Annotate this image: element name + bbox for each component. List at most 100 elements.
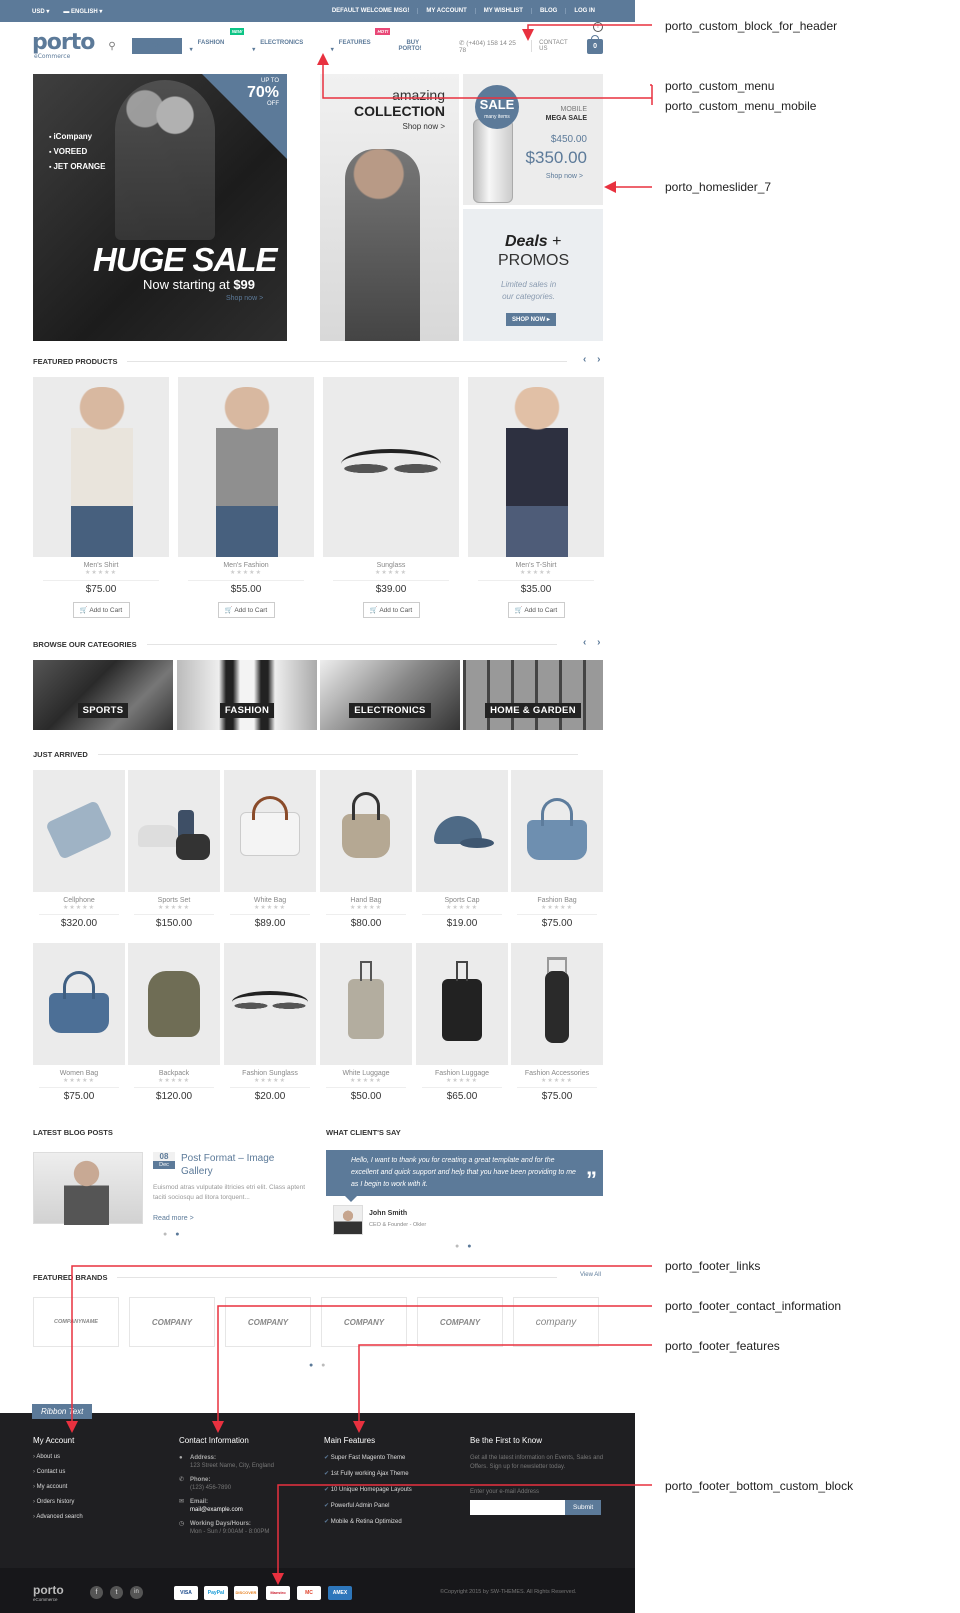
language-switcher[interactable]: ▬ ENGLISH ▾: [63, 8, 102, 15]
brand-logo[interactable]: COMPANY: [225, 1297, 311, 1347]
product-name[interactable]: Men's Shirt: [33, 562, 169, 569]
footer-link-my-account[interactable]: My account: [33, 1484, 83, 1490]
product-card[interactable]: Fashion Accessories ★★★★★ $75.00: [511, 943, 603, 1102]
product-card[interactable]: Men's Fashion ★★★★★ $55.00 🛒 Add to Cart: [178, 377, 314, 618]
blog-pager-dots[interactable]: ● ●: [163, 1231, 182, 1238]
product-card[interactable]: Fashion Bag ★★★★★ $75.00: [511, 770, 603, 929]
product-image[interactable]: [33, 377, 169, 557]
product-name[interactable]: Backpack: [128, 1070, 220, 1077]
product-name[interactable]: Fashion Accessories: [511, 1070, 603, 1077]
category-electronics[interactable]: ELECTRONICS: [320, 660, 460, 730]
newsletter-email-input[interactable]: [470, 1500, 565, 1515]
newsletter-submit-button[interactable]: Submit: [565, 1500, 602, 1515]
product-card[interactable]: Hand Bag ★★★★★ $80.00: [320, 770, 412, 929]
menu-item-features[interactable]: FEATURES ▾ HOT!: [323, 27, 391, 58]
product-name[interactable]: White Bag: [224, 897, 316, 904]
testimonial-pager-dots[interactable]: ● ●: [455, 1243, 474, 1250]
product-name[interactable]: Hand Bag: [320, 897, 412, 904]
blog-link[interactable]: BLOG: [530, 8, 565, 14]
footer-link-orders-history[interactable]: Orders history: [33, 1499, 83, 1505]
product-name[interactable]: Sunglass: [323, 562, 459, 569]
product-card[interactable]: White Bag ★★★★★ $89.00: [224, 770, 316, 929]
brand-logo[interactable]: COMPANY: [417, 1297, 503, 1347]
footer-logo[interactable]: porto eCommerce: [33, 1583, 64, 1602]
collection-banner[interactable]: amazing COLLECTION Shop now >: [320, 74, 459, 341]
product-image[interactable]: [33, 943, 125, 1065]
product-image[interactable]: [128, 770, 220, 892]
menu-item-electronics[interactable]: ELECTRONICS ▾: [244, 35, 323, 58]
brand-logo[interactable]: COMPANY: [321, 1297, 407, 1347]
product-card[interactable]: Fashion Luggage ★★★★★ $65.00: [416, 943, 508, 1102]
product-name[interactable]: Women Bag: [33, 1070, 125, 1077]
footer-link-advanced-search[interactable]: Advanced search: [33, 1514, 82, 1520]
product-image[interactable]: [468, 377, 604, 557]
menu-item-buy-porto[interactable]: BUY PORTO!: [390, 35, 459, 57]
product-name[interactable]: Men's T-Shirt: [468, 562, 604, 569]
my-wishlist-link[interactable]: MY WISHLIST: [474, 8, 531, 14]
product-card[interactable]: Men's T-Shirt ★★★★★ $35.00 🛒 Add to Cart: [468, 377, 604, 618]
blog-post-title[interactable]: Post Format – Image Gallery: [181, 1152, 306, 1178]
product-card[interactable]: Fashion Sunglass ★★★★★ $20.00: [224, 943, 316, 1102]
shop-now-button[interactable]: SHOP NOW ▸: [506, 313, 556, 326]
product-name[interactable]: Men's Fashion: [178, 562, 314, 569]
product-name[interactable]: Fashion Sunglass: [224, 1070, 316, 1077]
add-to-cart-button[interactable]: 🛒 Add to Cart: [507, 602, 565, 618]
logo[interactable]: porto eCommerce: [32, 31, 95, 60]
add-to-cart-button[interactable]: 🛒 Add to Cart: [217, 602, 275, 618]
product-image[interactable]: [33, 770, 125, 892]
mobile-sale-banner[interactable]: SALE many items MOBILE MEGA SALE $450.00 $…: [463, 74, 603, 205]
product-image[interactable]: [128, 943, 220, 1065]
product-card[interactable]: Women Bag ★★★★★ $75.00: [33, 943, 125, 1102]
product-image[interactable]: [224, 770, 316, 892]
brands-pager-dots[interactable]: ● ●: [309, 1362, 328, 1369]
product-image[interactable]: [323, 377, 459, 557]
product-name[interactable]: Fashion Bag: [511, 897, 603, 904]
currency-switcher[interactable]: USD ▾: [32, 8, 49, 15]
product-image[interactable]: [224, 943, 316, 1065]
product-image[interactable]: [511, 943, 603, 1065]
collection-shop-now-link[interactable]: Shop now >: [403, 122, 445, 131]
view-all-brands-link[interactable]: View All: [580, 1272, 601, 1278]
product-card[interactable]: Backpack ★★★★★ $120.00: [128, 943, 220, 1102]
product-image[interactable]: [178, 377, 314, 557]
menu-item-fashion[interactable]: FASHION ▾ NEW: [182, 27, 245, 58]
twitter-icon[interactable]: t: [110, 1586, 123, 1599]
footer-link-about-us[interactable]: About us: [33, 1454, 83, 1460]
hero-banner[interactable]: UP TO70%OFF iCompany VOREED JET ORANGE H…: [33, 74, 287, 341]
category-home-garden[interactable]: HOME & GARDEN: [463, 660, 603, 730]
categories-nav-arrows[interactable]: ‹ ›: [583, 637, 604, 648]
product-name[interactable]: Fashion Luggage: [416, 1070, 508, 1077]
product-card[interactable]: White Luggage ★★★★★ $50.00: [320, 943, 412, 1102]
brand-logo[interactable]: COMPANY: [129, 1297, 215, 1347]
sale-shop-now-link[interactable]: Shop now >: [546, 173, 583, 180]
log-in-link[interactable]: LOG IN: [565, 8, 603, 14]
product-name[interactable]: Cellphone: [33, 897, 125, 904]
product-card[interactable]: Men's Shirt ★★★★★ $75.00 🛒 Add to Cart: [33, 377, 169, 618]
my-account-link[interactable]: MY ACCOUNT: [417, 8, 474, 14]
hero-shop-now-link[interactable]: Shop now >: [226, 295, 263, 302]
facebook-icon[interactable]: f: [90, 1586, 103, 1599]
linkedin-icon[interactable]: in: [130, 1586, 143, 1599]
search-icon[interactable]: ⚲: [108, 41, 115, 52]
category-fashion[interactable]: FASHION: [177, 660, 317, 730]
menu-item-home[interactable]: HOME: [131, 38, 182, 54]
product-image[interactable]: [511, 770, 603, 892]
deals-promos-banner[interactable]: Deals + PROMOS Limited sales in our categ…: [463, 209, 603, 341]
product-card[interactable]: Sports Cap ★★★★★ $19.00: [416, 770, 508, 929]
brand-logo[interactable]: company: [513, 1297, 599, 1347]
contact-us-link[interactable]: CONTACT US: [531, 40, 577, 52]
product-card[interactable]: Sports Set ★★★★★ $150.00: [128, 770, 220, 929]
add-to-cart-button[interactable]: 🛒 Add to Cart: [72, 602, 130, 618]
add-to-cart-button[interactable]: 🛒 Add to Cart: [362, 602, 420, 618]
product-card[interactable]: Cellphone ★★★★★ $320.00: [33, 770, 125, 929]
brand-logo[interactable]: COMPANYNAME: [33, 1297, 119, 1347]
product-name[interactable]: Sports Cap: [416, 897, 508, 904]
product-image[interactable]: [320, 943, 412, 1065]
product-name[interactable]: Sports Set: [128, 897, 220, 904]
email-value[interactable]: mail@example.com: [190, 1507, 243, 1513]
product-card[interactable]: Sunglass ★★★★★ $39.00 🛒 Add to Cart: [323, 377, 459, 618]
product-image[interactable]: [416, 943, 508, 1065]
blog-post-image[interactable]: [33, 1152, 143, 1225]
product-image[interactable]: [416, 770, 508, 892]
product-image[interactable]: [320, 770, 412, 892]
